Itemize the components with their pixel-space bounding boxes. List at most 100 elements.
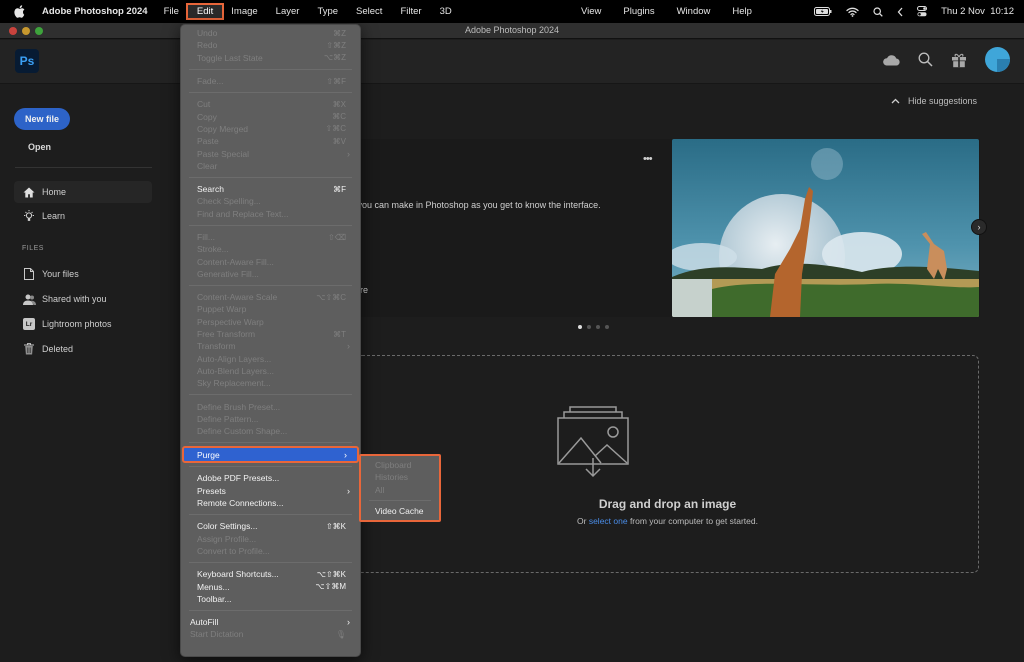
sidebar-item-deleted[interactable]: Deleted	[14, 338, 152, 360]
sidebar-item-your-files[interactable]: Your files	[14, 263, 152, 285]
menu-view[interactable]: View	[581, 4, 601, 19]
menu-item-label: Stroke...	[197, 244, 229, 255]
avatar[interactable]	[985, 47, 1010, 72]
pager-dot-2[interactable]	[587, 325, 591, 329]
control-center-icon[interactable]	[917, 6, 928, 17]
sidebar-item-learn[interactable]: Learn	[14, 205, 152, 227]
menu-item-label: Fade...	[197, 76, 224, 87]
menu-item-toolbar[interactable]: Toolbar...	[181, 593, 360, 605]
sidebar-item-label: Lightroom photos	[42, 319, 112, 329]
menu-item-define-custom-shape[interactable]: Define Custom Shape...	[181, 425, 360, 437]
menu-help[interactable]: Help	[732, 4, 752, 19]
pager-dot-1[interactable]	[578, 325, 582, 329]
carousel-next-button[interactable]: ›	[971, 219, 987, 235]
pager-dot-4[interactable]	[605, 325, 609, 329]
menu-item-check-spelling[interactable]: Check Spelling...	[181, 195, 360, 207]
sidebar: New file Open Home Learn FILES Your file…	[0, 85, 165, 662]
menu-item-perspective-warp[interactable]: Perspective Warp	[181, 316, 360, 328]
menu-item-generative-fill[interactable]: Generative Fill...	[181, 268, 360, 280]
menu-item-auto-align-layers[interactable]: Auto-Align Layers...	[181, 353, 360, 365]
chevron-left-icon[interactable]	[897, 7, 903, 17]
menu-window[interactable]: Window	[677, 4, 711, 19]
menu-select[interactable]: Select	[356, 4, 382, 19]
menu-item-convert-to-profile[interactable]: Convert to Profile...	[181, 545, 360, 557]
wifi-icon[interactable]	[846, 7, 859, 17]
purge-item-all[interactable]: All	[361, 484, 439, 496]
apple-icon[interactable]	[14, 5, 28, 18]
menu-file[interactable]: File	[164, 4, 179, 19]
menu-plugins[interactable]: Plugins	[623, 4, 654, 19]
menubar-app-name[interactable]: Adobe Photoshop 2024	[42, 6, 148, 17]
menu-layer[interactable]: Layer	[276, 4, 300, 19]
menu-item-search[interactable]: Search ⌘F	[181, 183, 360, 195]
cloud-icon[interactable]	[882, 54, 900, 66]
menu-item-copy-merged[interactable]: Copy Merged ⇧⌘C	[181, 123, 360, 135]
menu-item-content-aware-fill[interactable]: Content-Aware Fill...	[181, 255, 360, 267]
menubar-right-menus: View Plugins Window Help	[581, 0, 774, 23]
menu-item-assign-profile[interactable]: Assign Profile...	[181, 533, 360, 545]
search-icon[interactable]	[918, 52, 933, 67]
menu-item-stroke[interactable]: Stroke...	[181, 243, 360, 255]
card-more-options-button[interactable]: •••	[643, 153, 653, 165]
menu-filter[interactable]: Filter	[400, 4, 421, 19]
menu-item-label: Remote Connections...	[197, 498, 284, 509]
menu-item-autofill[interactable]: AutoFill ›	[181, 616, 360, 628]
menu-item-content-aware-scale[interactable]: Content-Aware Scale ⌥⇧⌘C	[181, 291, 360, 303]
menu-item-paste-special[interactable]: Paste Special ›	[181, 147, 360, 159]
pager-dot-3[interactable]	[596, 325, 600, 329]
battery-charging-icon[interactable]	[814, 7, 832, 16]
menubar-clock[interactable]: Thu 2 Nov 10:12	[941, 6, 1014, 17]
photoshop-logo[interactable]: Ps	[15, 49, 39, 73]
menu-item-keyboard-shortcuts[interactable]: Keyboard Shortcuts... ⌥⇧⌘K	[181, 568, 360, 580]
menu-item-free-transform[interactable]: Free Transform ⌘T	[181, 328, 360, 340]
menu-item-paste[interactable]: Paste ⌘V	[181, 135, 360, 147]
menu-image[interactable]: Image	[231, 4, 257, 19]
menu-item-undo[interactable]: Undo ⌘Z	[181, 27, 360, 39]
menu-item-find-and-replace-text[interactable]: Find and Replace Text...	[181, 208, 360, 220]
menu-item-label: Find and Replace Text...	[197, 208, 289, 219]
menu-item-copy[interactable]: Copy ⌘C	[181, 110, 360, 122]
menu-item-menus[interactable]: Menus... ⌥⇧⌘M	[181, 580, 360, 592]
sidebar-item-home[interactable]: Home	[14, 181, 152, 203]
menu-item-redo[interactable]: Redo ⇧⌘Z	[181, 39, 360, 51]
sidebar-item-shared-with-you[interactable]: Shared with you	[14, 288, 152, 310]
menu-edit[interactable]: Edit	[185, 3, 225, 20]
menu-item-adobe-pdf-presets[interactable]: Adobe PDF Presets...	[181, 472, 360, 484]
menu-item-sky-replacement[interactable]: Sky Replacement...	[181, 377, 360, 389]
shared-users-icon	[22, 294, 36, 305]
purge-item-histories[interactable]: Histories	[361, 471, 439, 483]
menu-item-label: Purge	[197, 449, 220, 460]
open-button[interactable]: Open	[28, 142, 51, 152]
menu-item-clear[interactable]: Clear	[181, 160, 360, 172]
menu-item-fill[interactable]: Fill... ⇧⌫	[181, 231, 360, 243]
chevron-right-icon: ›	[347, 617, 350, 628]
purge-item-video-cache[interactable]: Video Cache	[361, 505, 439, 517]
menu-item-color-settings[interactable]: Color Settings... ⇧⌘K	[181, 520, 360, 532]
menu-item-transform[interactable]: Transform ›	[181, 340, 360, 352]
drop-zone[interactable]: Drag and drop an image Or select one fro…	[356, 355, 979, 573]
gift-icon[interactable]	[951, 52, 967, 68]
sidebar-item-lightroom-photos[interactable]: Lr Lightroom photos	[14, 313, 152, 335]
menu-item-presets[interactable]: Presets ›	[181, 485, 360, 497]
purge-item-clipboard[interactable]: Clipboard	[361, 459, 439, 471]
menu-item-start-dictation[interactable]: Start Dictation 🎙	[181, 628, 360, 640]
menu-item-define-pattern[interactable]: Define Pattern...	[181, 413, 360, 425]
select-file-link[interactable]: select one	[589, 516, 628, 526]
menu-item-puppet-warp[interactable]: Puppet Warp	[181, 303, 360, 315]
spotlight-search-icon[interactable]	[873, 6, 883, 17]
menu-item-cut[interactable]: Cut ⌘X	[181, 98, 360, 110]
hide-suggestions-button[interactable]: Hide suggestions	[891, 96, 977, 106]
lightroom-icon: Lr	[22, 318, 36, 330]
menu-item-remote-connections[interactable]: Remote Connections...	[181, 497, 360, 509]
menu-type[interactable]: Type	[317, 4, 338, 19]
menubar-status-area: Thu 2 Nov 10:12	[814, 0, 1014, 23]
menu-item-fade[interactable]: Fade... ⇧⌘F	[181, 75, 360, 87]
menu-item-purge[interactable]: Purge ›	[182, 446, 359, 464]
menu-item-define-brush-preset[interactable]: Define Brush Preset...	[181, 400, 360, 412]
new-file-button[interactable]: New file	[14, 108, 70, 130]
menu-item-toggle-last-state[interactable]: Toggle Last State ⌥⌘Z	[181, 52, 360, 64]
menu-separator	[189, 514, 352, 516]
menu-3d[interactable]: 3D	[440, 4, 452, 19]
menu-item-auto-blend-layers[interactable]: Auto-Blend Layers...	[181, 365, 360, 377]
document-icon	[22, 268, 36, 280]
